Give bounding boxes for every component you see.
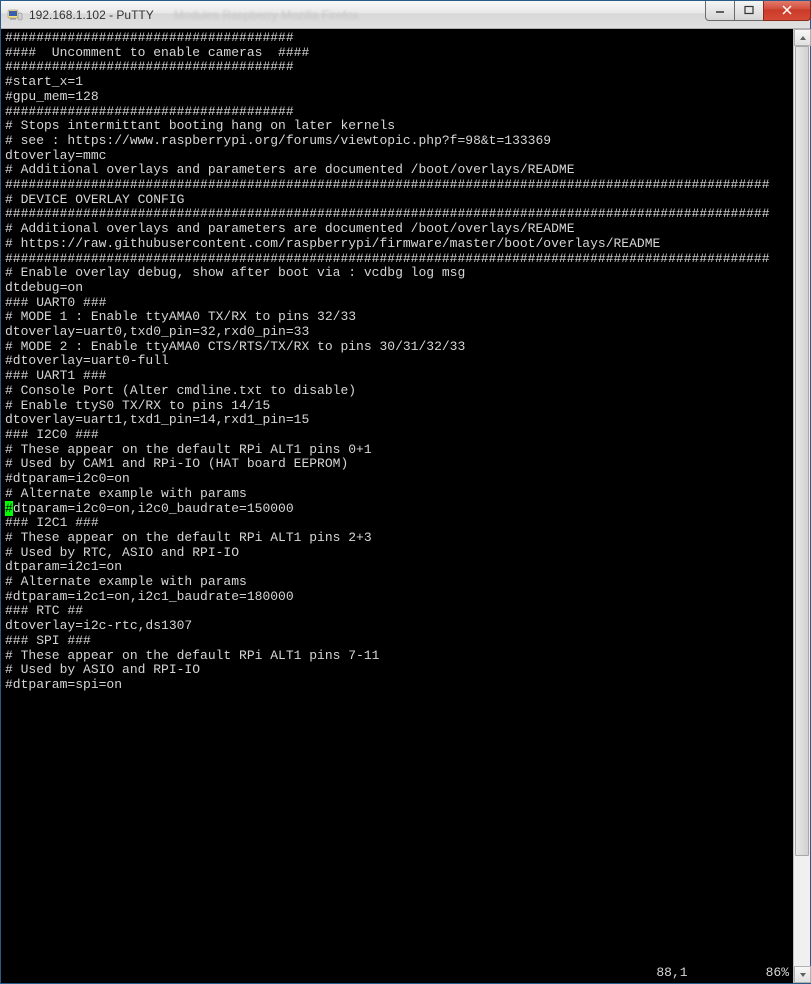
terminal-line: ##################################### xyxy=(5,31,789,46)
terminal-line: # https://raw.githubusercontent.com/rasp… xyxy=(5,237,789,252)
cursor: # xyxy=(5,501,13,516)
scrollbar[interactable] xyxy=(793,29,810,983)
minimize-button[interactable] xyxy=(705,1,735,21)
terminal-line: ########################################… xyxy=(5,207,789,222)
scroll-thumb[interactable] xyxy=(795,46,809,856)
terminal-line: # Used by CAM1 and RPi-IO (HAT board EEP… xyxy=(5,457,789,472)
terminal[interactable]: ########################################… xyxy=(1,29,793,983)
terminal-line: # These appear on the default RPi ALT1 p… xyxy=(5,649,789,664)
terminal-line: dtoverlay=i2c-rtc,ds1307 xyxy=(5,619,789,634)
terminal-line: # Console Port (Alter cmdline.txt to dis… xyxy=(5,384,789,399)
terminal-line: # Enable ttyS0 TX/RX to pins 14/15 xyxy=(5,399,789,414)
terminal-line: ### I2C0 ### xyxy=(5,428,789,443)
terminal-line: #start_x=1 xyxy=(5,75,789,90)
terminal-line: #dtparam=i2c0=on xyxy=(5,472,789,487)
terminal-line: #### Uncomment to enable cameras #### xyxy=(5,46,789,61)
terminal-line: # These appear on the default RPi ALT1 p… xyxy=(5,531,789,546)
terminal-line: dtparam=i2c1=on xyxy=(5,560,789,575)
titlebar[interactable]: 192.168.1.102 - PuTTY Modules Raspberry … xyxy=(1,1,810,29)
terminal-area: ########################################… xyxy=(1,29,810,983)
terminal-line: dtoverlay=uart0,txd0_pin=32,rxd0_pin=33 xyxy=(5,325,789,340)
terminal-line: ########################################… xyxy=(5,178,789,193)
terminal-line: # see : https://www.raspberrypi.org/foru… xyxy=(5,134,789,149)
terminal-line: # MODE 1 : Enable ttyAMA0 TX/RX to pins … xyxy=(5,310,789,325)
terminal-line: # Stops intermittant booting hang on lat… xyxy=(5,119,789,134)
terminal-line: #dtparam=i2c0=on,i2c0_baudrate=150000 xyxy=(5,502,789,517)
terminal-line: ##################################### xyxy=(5,105,789,120)
terminal-line: #dtoverlay=uart0-full xyxy=(5,354,789,369)
terminal-line: # Used by ASIO and RPI-IO xyxy=(5,663,789,678)
terminal-line: ### UART1 ### xyxy=(5,369,789,384)
terminal-line: # Alternate example with params xyxy=(5,575,789,590)
close-button[interactable] xyxy=(763,1,811,21)
scroll-up-button[interactable] xyxy=(794,29,811,46)
terminal-line: # Alternate example with params xyxy=(5,487,789,502)
terminal-line: # DEVICE OVERLAY CONFIG xyxy=(5,193,789,208)
terminal-line: # Used by RTC, ASIO and RPI-IO xyxy=(5,546,789,561)
terminal-line: #gpu_mem=128 xyxy=(5,90,789,105)
vim-status: 88,1 86% xyxy=(656,966,789,981)
terminal-line: # These appear on the default RPi ALT1 p… xyxy=(5,443,789,458)
terminal-line: dtoverlay=uart1,txd1_pin=14,rxd1_pin=15 xyxy=(5,413,789,428)
scroll-down-button[interactable] xyxy=(794,966,811,983)
terminal-line: # Enable overlay debug, show after boot … xyxy=(5,266,789,281)
terminal-line: dtdebug=on xyxy=(5,281,789,296)
terminal-line: ### SPI ### xyxy=(5,634,789,649)
terminal-line: ### UART0 ### xyxy=(5,296,789,311)
terminal-line: #dtparam=spi=on xyxy=(5,678,789,693)
window-controls xyxy=(705,1,810,21)
terminal-line: ##################################### xyxy=(5,60,789,75)
window-title: 192.168.1.102 - PuTTY xyxy=(29,8,154,22)
terminal-line: #dtparam=i2c1=on,i2c1_baudrate=180000 xyxy=(5,590,789,605)
background-window-hint: Modules Raspberry Mozilla Firefox xyxy=(174,8,359,22)
terminal-line: ### RTC ## xyxy=(5,604,789,619)
terminal-line: dtoverlay=mmc xyxy=(5,149,789,164)
terminal-line: # Additional overlays and parameters are… xyxy=(5,163,789,178)
terminal-line: # Additional overlays and parameters are… xyxy=(5,222,789,237)
putty-window: 192.168.1.102 - PuTTY Modules Raspberry … xyxy=(0,0,811,984)
maximize-button[interactable] xyxy=(734,1,764,21)
terminal-line: ########################################… xyxy=(5,252,789,267)
terminal-line: # MODE 2 : Enable ttyAMA0 CTS/RTS/TX/RX … xyxy=(5,340,789,355)
putty-icon xyxy=(7,7,23,23)
terminal-line: ### I2C1 ### xyxy=(5,516,789,531)
